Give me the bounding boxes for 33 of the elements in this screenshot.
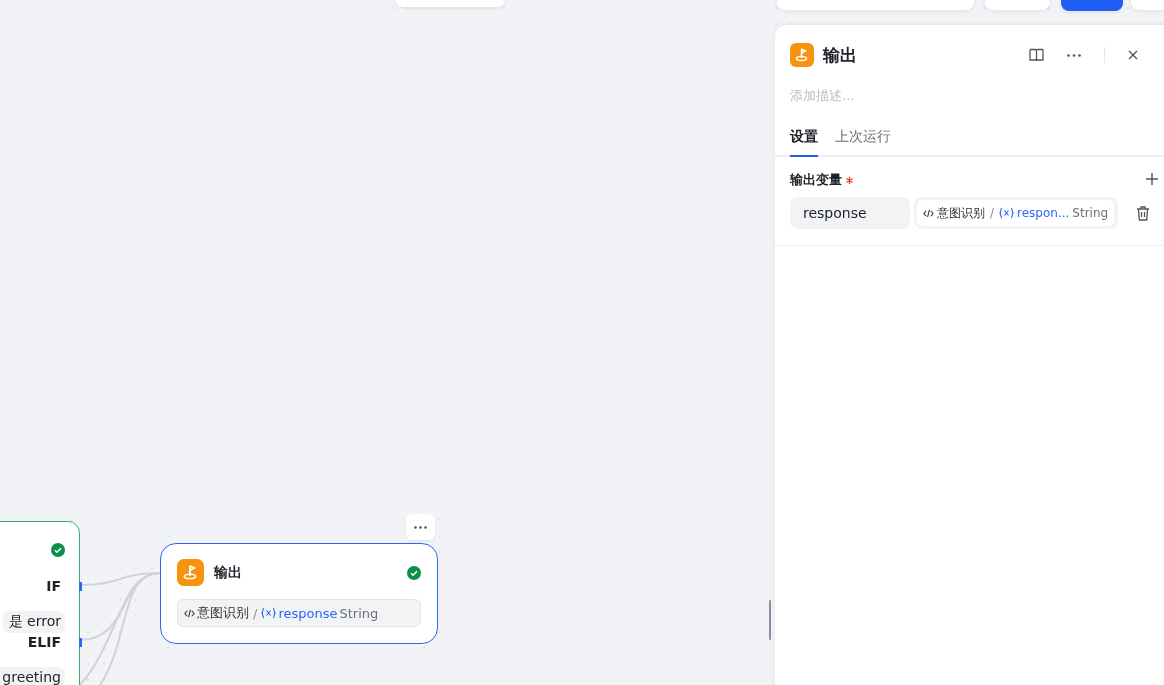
book-icon[interactable] <box>1029 48 1044 62</box>
variable-name-field[interactable]: response <box>790 197 910 229</box>
panel-title: 输出 <box>823 43 858 67</box>
path-separator: / <box>990 206 995 220</box>
source-node-name: 意图识别 <box>937 204 985 222</box>
condition-text: 是 error <box>2 611 65 633</box>
branch-label: ELIF <box>27 634 61 650</box>
variable-icon <box>999 207 1015 219</box>
variable-type: String <box>339 605 379 621</box>
variable-name: response <box>278 605 338 621</box>
condition-node[interactable]: IF 是 error ELIF greeting <box>0 521 80 685</box>
variable-name: respon... <box>1017 206 1070 220</box>
output-node[interactable]: 输出 意图识别 / response String <box>160 543 438 644</box>
branch-label: IF <box>46 578 61 594</box>
section-label: 输出变量 <box>790 172 842 187</box>
close-icon[interactable] <box>1128 50 1138 60</box>
node-title: 输出 <box>214 563 243 582</box>
code-icon <box>923 207 934 219</box>
flag-icon <box>790 43 814 67</box>
flag-icon <box>177 559 204 586</box>
variable-icon <box>261 607 277 619</box>
code-icon <box>184 607 195 619</box>
path-separator: / <box>253 605 258 621</box>
condition-text: greeting <box>0 667 65 685</box>
tab[interactable]: 设置 <box>790 128 818 157</box>
tab[interactable]: 上次运行 <box>835 128 891 157</box>
add-icon[interactable] <box>1146 173 1158 185</box>
source-node-name: 意图识别 <box>197 604 249 622</box>
variable-value-field[interactable]: 意图识别 / respon... String <box>914 197 1118 229</box>
delete-icon[interactable] <box>1136 205 1150 221</box>
resize-handle[interactable] <box>769 600 771 640</box>
more-options-icon[interactable] <box>1067 53 1081 57</box>
variable-type: String <box>1072 206 1109 220</box>
